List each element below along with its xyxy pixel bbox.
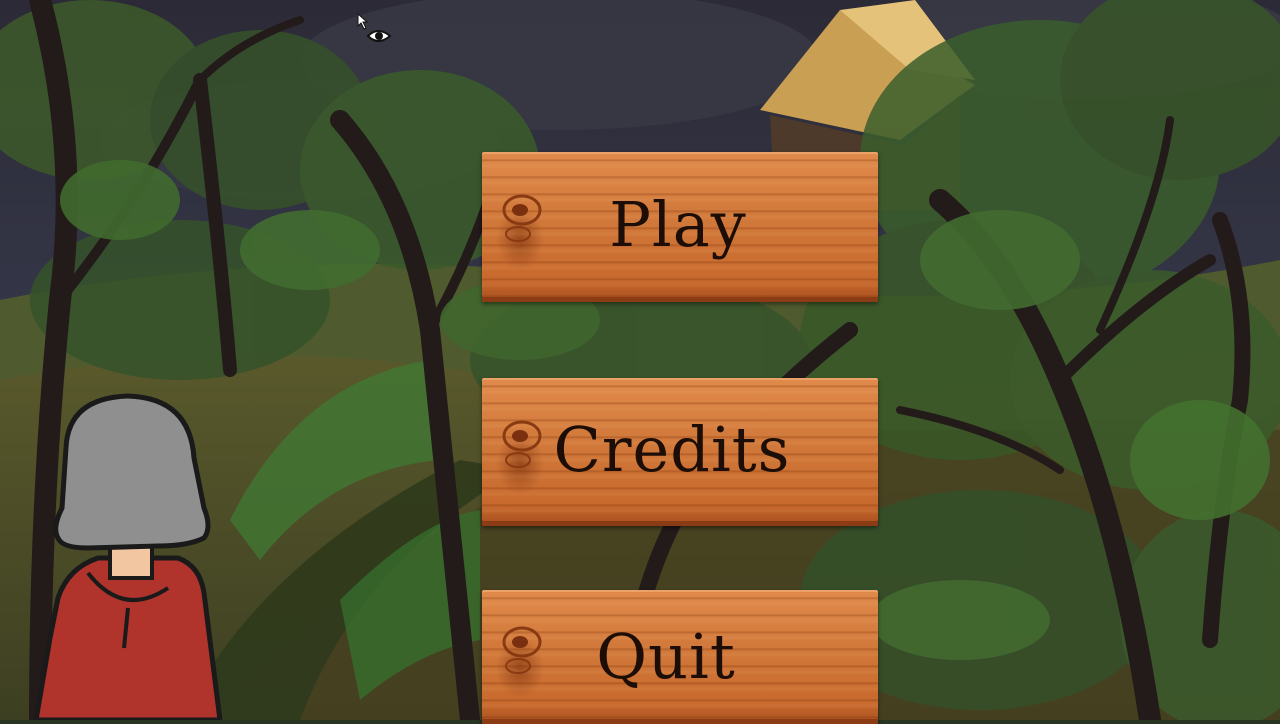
wood-knot-icon: [502, 626, 542, 674]
quit-button[interactable]: Quit: [482, 590, 878, 724]
quit-label: Quit: [596, 620, 736, 693]
player-character: [33, 393, 223, 720]
credits-button[interactable]: Credits: [482, 378, 878, 526]
play-label: Play: [609, 188, 747, 261]
wood-knot-icon: [502, 420, 542, 468]
credits-label: Credits: [553, 413, 791, 486]
play-button[interactable]: Play: [482, 152, 878, 302]
eye-cursor-icon: [357, 12, 392, 42]
wood-knot-icon: [502, 194, 542, 242]
